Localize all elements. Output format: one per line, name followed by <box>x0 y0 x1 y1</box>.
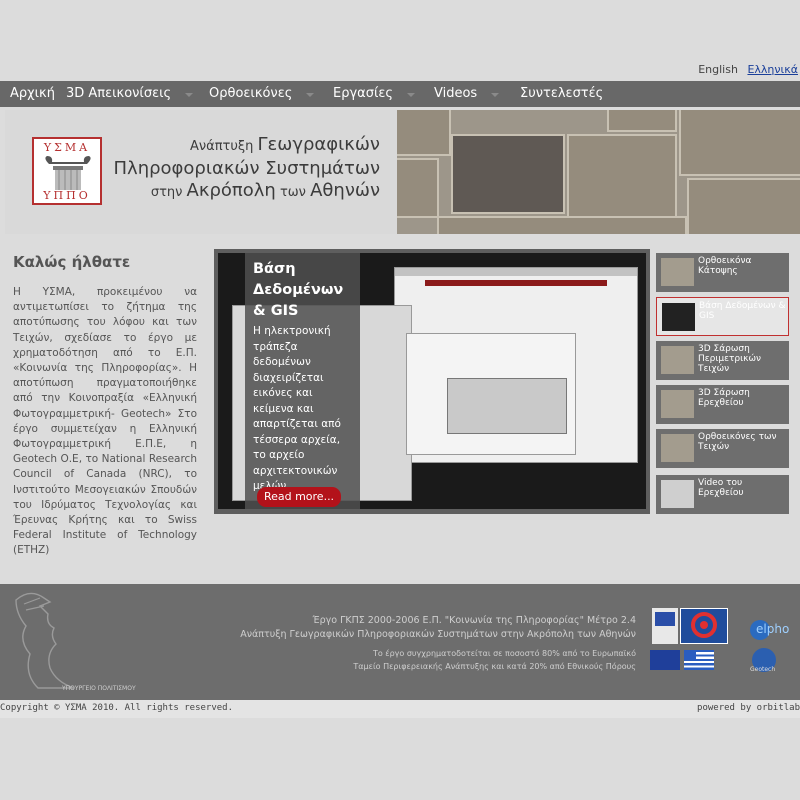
thumb-item[interactable]: Βάση Δεδομένων & GIS <box>656 297 789 336</box>
thumb-image <box>661 346 694 374</box>
thumb-image <box>661 480 694 508</box>
title-line-3-mid: των <box>275 185 311 200</box>
thumb-item[interactable]: 3D Σάρωση Περιμετρικών Τειχών <box>656 341 789 380</box>
title-line-3: στην Ακρόπολη των Αθηνών <box>114 180 380 204</box>
footer-line-2: Ανάπτυξη Γεωγραφικών Πληροφοριακών Συστη… <box>240 629 636 640</box>
chevron-down-icon <box>185 92 194 97</box>
chevron-down-icon <box>407 92 416 97</box>
nav-3d-visualizations[interactable]: 3D Απεικονίσεις <box>66 86 194 101</box>
language-switcher: English Ελληνικά <box>692 63 798 76</box>
bottom-bar: Copyright © ΥΣΜΑ 2010. All rights reserv… <box>0 700 800 718</box>
wall-block <box>607 110 677 132</box>
nav-3d-label: 3D Απεικονίσεις <box>66 86 172 101</box>
title-line-1-bold: Γεωγραφικών <box>257 134 380 155</box>
elpho-logo: elpho <box>748 618 790 646</box>
window-titlebar <box>395 268 637 276</box>
at-sign-icon <box>691 612 717 638</box>
thumb-item[interactable]: 3D Σάρωση Ερεχθείου <box>656 385 789 424</box>
geotech-logo: Geotech <box>750 648 776 673</box>
footer-line-1: Έργο ΓΚΠΣ 2000-2006 Ε.Π. "Κοινωνία της Π… <box>312 615 637 626</box>
thumb-label: Video του Ερεχθείου <box>698 478 744 498</box>
thumb-label: Βάση Δεδομένων & GIS <box>699 301 786 321</box>
geotech-logo-text: Geotech <box>750 666 776 673</box>
powered-by-link[interactable]: powered by orbitlab <box>697 703 800 713</box>
nav-videos[interactable]: Videos <box>434 86 500 101</box>
nav-home[interactable]: Αρχική <box>10 86 55 101</box>
welcome-heading: Καλώς ήλθατε <box>13 253 131 271</box>
acropolis-wall-banner <box>397 110 800 234</box>
slide-text: Η ηλεκτρονική τράπεζα δεδομένων διαχειρί… <box>253 325 341 492</box>
copyright-text: Copyright © ΥΣΜΑ 2010. All rights reserv… <box>0 703 233 713</box>
information-society-logo <box>680 608 728 644</box>
thumb-label: Ορθοεικόνες των Τειχών <box>698 432 777 452</box>
site-footer: ΥΠΟΥΡΓΕΙΟ ΠΟΛΙΤΙΣΜΟΥ Έργο ΓΚΠΣ 2000-2006… <box>0 584 800 700</box>
wall-block <box>437 216 687 234</box>
wall-block <box>687 178 800 234</box>
nav-home-label: Αρχική <box>10 86 55 101</box>
nav-videos-label: Videos <box>434 86 478 101</box>
thumb-image <box>662 303 695 331</box>
thumb-label: 3D Σάρωση Ερεχθείου <box>698 388 750 408</box>
logo-top-text: ΥΣΜΑ <box>43 141 91 154</box>
footer-line-4: Ταμείο Περιφερειακής Ανάπτυξης και κατά … <box>353 662 636 671</box>
title-line-3-prefix: στην <box>150 185 187 200</box>
welcome-text: Η ΥΣΜΑ, προκειμένου να αντιμετωπίσει το … <box>13 286 197 557</box>
wall-block <box>679 110 800 176</box>
thumb-item[interactable]: Ορθοεικόνα Κάτοψης <box>656 253 789 292</box>
wall-block <box>451 134 565 214</box>
title-line-3-bold: Ακρόπολη <box>186 180 276 201</box>
screenshot-window <box>406 333 576 455</box>
logo-bottom-text: ΥΠΠΟ <box>43 189 91 202</box>
greece-logo <box>652 608 678 644</box>
chevron-down-icon <box>306 92 315 97</box>
nav-ortho-label: Ορθοεικόνες <box>209 86 293 101</box>
ministry-label: ΥΠΟΥΡΓΕΙΟ ΠΟΛΙΤΙΣΜΟΥ <box>62 685 136 692</box>
ministry-emblem-icon <box>15 592 75 689</box>
elpho-logo-text: elpho <box>756 622 790 636</box>
column-capital-icon <box>45 156 91 190</box>
chevron-down-icon <box>491 92 500 97</box>
featured-slider: Βάση Δεδομένων & GIS Η ηλεκτρονική τράπε… <box>214 249 650 514</box>
nav-orthoimages[interactable]: Ορθοεικόνες <box>209 86 315 101</box>
thumb-image <box>661 434 694 462</box>
read-more-button[interactable]: Read more... <box>257 487 341 507</box>
main-nav: Αρχική 3D Απεικονίσεις Ορθοεικόνες Εργασ… <box>0 81 800 107</box>
slide-caption: Βάση Δεδομένων & GIS Η ηλεκτρονική τράπε… <box>245 253 360 509</box>
nav-works[interactable]: Εργασίες <box>333 86 416 101</box>
lang-greek-link[interactable]: Ελληνικά <box>747 63 798 76</box>
wall-block <box>397 158 439 218</box>
greece-logo-mark <box>655 612 675 626</box>
thumb-item[interactable]: Ορθοεικόνες των Τειχών <box>656 429 789 468</box>
thumb-image <box>661 390 694 418</box>
slide-title: Βάση Δεδομένων & GIS <box>253 261 344 319</box>
greek-flag-canton <box>684 650 696 661</box>
thumb-item[interactable]: Video του Ερεχθείου <box>656 475 789 514</box>
nav-credits-label: Συντελεστές <box>520 86 604 101</box>
lang-english-link[interactable]: English <box>698 63 738 76</box>
thumb-label: Ορθοεικόνα Κάτοψης <box>698 256 752 276</box>
window-header-bar <box>425 280 607 286</box>
nav-credits[interactable]: Συντελεστές <box>520 86 603 101</box>
wall-drawing <box>447 378 567 434</box>
greek-flag-icon <box>684 650 714 670</box>
title-line-3-end: Αθηνών <box>310 180 380 201</box>
footer-line-3: Το έργο συγχρηματοδοτείται σε ποσοστό 80… <box>372 649 636 658</box>
nav-works-label: Εργασίες <box>333 86 394 101</box>
wall-block <box>567 134 677 220</box>
title-line-1: Ανάπτυξη Γεωγραφικών <box>114 134 380 158</box>
wall-block <box>397 110 451 156</box>
thumb-image <box>661 258 694 286</box>
title-line-2: Πληροφοριακών Συστημάτων <box>113 158 380 179</box>
title-line-1-prefix: Ανάπτυξη <box>189 139 258 154</box>
site-title: Ανάπτυξη Γεωγραφικών Πληροφοριακών Συστη… <box>114 134 380 204</box>
thumb-label: 3D Σάρωση Περιμετρικών Τειχών <box>698 344 762 374</box>
eu-flag-icon <box>650 650 680 670</box>
ysma-logo[interactable]: ΥΣΜΑ ΥΠΠΟ <box>32 137 102 205</box>
